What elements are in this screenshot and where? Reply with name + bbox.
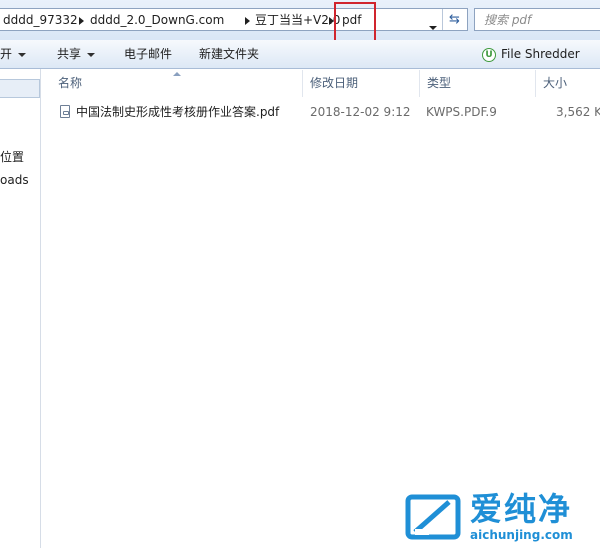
search-field[interactable] xyxy=(474,8,600,31)
file-name[interactable]: 中国法制史形成性考核册作业答案.pdf xyxy=(76,102,279,122)
breadcrumb-item[interactable]: dddd_2.0_DownG.com xyxy=(90,12,224,29)
nav-item-recent-places[interactable]: 位置 xyxy=(0,148,40,166)
file-list-row[interactable]: 中国法制史形成性考核册作业答案.pdf 2018-12-02 9:12 KWPS… xyxy=(54,102,600,122)
column-header-name[interactable]: 名称 xyxy=(50,70,302,97)
breadcrumb-item[interactable]: dddd_97332 xyxy=(3,12,78,29)
address-bar-row: dddd_97332 dddd_2.0_DownG.com 豆丁当当+V2.0 … xyxy=(0,0,600,42)
file-type: KWPS.PDF.9 xyxy=(426,105,497,119)
column-name-label: 名称 xyxy=(58,76,83,90)
nav-item-label: oads xyxy=(0,173,29,187)
column-header-modified[interactable]: 修改日期 xyxy=(302,70,419,97)
column-header-type[interactable]: 类型 xyxy=(419,70,535,97)
address-bar[interactable]: dddd_97332 dddd_2.0_DownG.com 豆丁当当+V2.0 … xyxy=(0,8,468,31)
new-folder-label: 新建文件夹 xyxy=(199,47,260,61)
open-button[interactable]: 开 xyxy=(0,40,27,69)
file-shredder-button[interactable]: U File Shredder xyxy=(482,40,580,69)
search-input[interactable] xyxy=(475,9,600,30)
new-folder-button[interactable]: 新建文件夹 xyxy=(199,40,259,69)
column-header-row: 名称 修改日期 类型 大小 xyxy=(42,70,600,97)
email-button[interactable]: 电子邮件 xyxy=(124,40,172,69)
column-size-label: 大小 xyxy=(543,76,568,90)
refresh-icon[interactable]: ⇆ xyxy=(442,9,466,30)
chevron-down-icon xyxy=(18,52,27,57)
file-shredder-label: File Shredder xyxy=(501,47,580,61)
column-header-size[interactable]: 大小 xyxy=(535,70,600,97)
email-label: 电子邮件 xyxy=(124,47,173,61)
watermark-url: aichunjing.com xyxy=(470,528,573,542)
nav-selected-item[interactable] xyxy=(0,79,40,98)
column-modified-label: 修改日期 xyxy=(310,76,359,90)
chevron-down-icon xyxy=(87,52,96,57)
file-modified: 2018-12-02 9:12 xyxy=(310,105,411,119)
breadcrumb-item[interactable]: 豆丁当当+V2.0 xyxy=(255,12,340,29)
watermark-logo-icon xyxy=(405,494,461,540)
share-button[interactable]: 共享 xyxy=(57,40,96,69)
watermark-brand: 爱纯净 xyxy=(470,490,573,528)
file-icon xyxy=(60,105,70,118)
breadcrumb-separator-icon[interactable] xyxy=(79,17,84,25)
address-history-dropdown-icon[interactable] xyxy=(429,26,437,30)
file-size: 3,562 KB xyxy=(556,105,600,119)
breadcrumb-separator-icon[interactable] xyxy=(245,17,250,25)
open-label: 开 xyxy=(0,47,13,61)
share-label: 共享 xyxy=(57,47,82,61)
navigation-pane: 位置 oads xyxy=(0,69,41,548)
command-toolbar: 开 共享 电子邮件 新建文件夹 U File Shredder xyxy=(0,40,600,69)
column-type-label: 类型 xyxy=(427,76,452,90)
nav-item-label: 位置 xyxy=(0,150,25,164)
highlight-annotation-box xyxy=(334,2,376,42)
nav-item-downloads[interactable]: oads xyxy=(0,171,40,189)
shredder-icon: U xyxy=(482,47,496,62)
